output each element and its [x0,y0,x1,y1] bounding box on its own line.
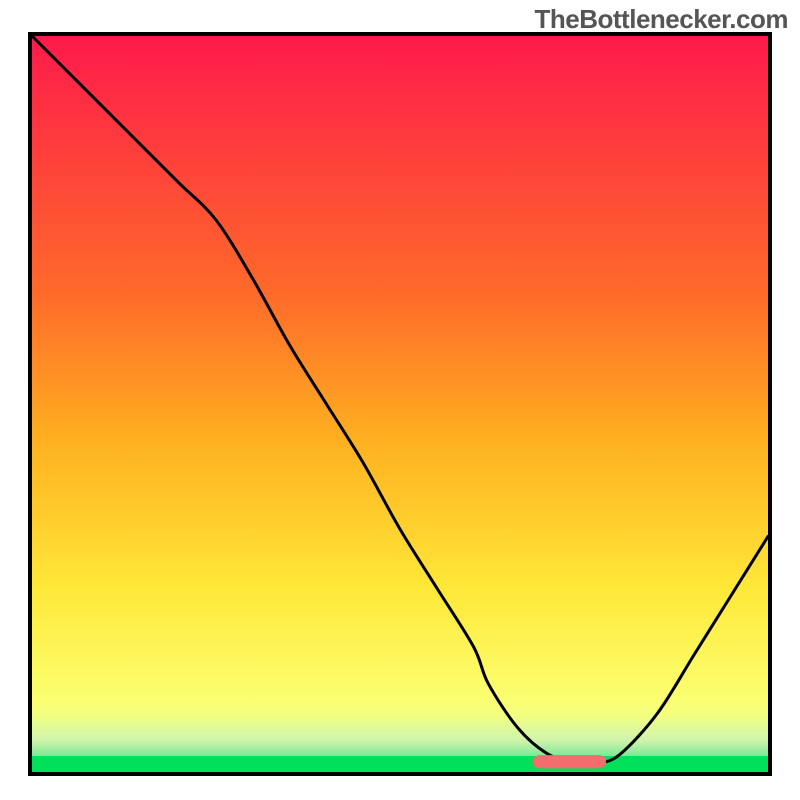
optimum-marker [32,36,768,772]
plot-border [28,32,772,776]
chart-frame: TheBottlenecker.com [0,0,800,800]
plot-area [32,36,768,772]
watermark-text: TheBottlenecker.com [535,4,788,35]
